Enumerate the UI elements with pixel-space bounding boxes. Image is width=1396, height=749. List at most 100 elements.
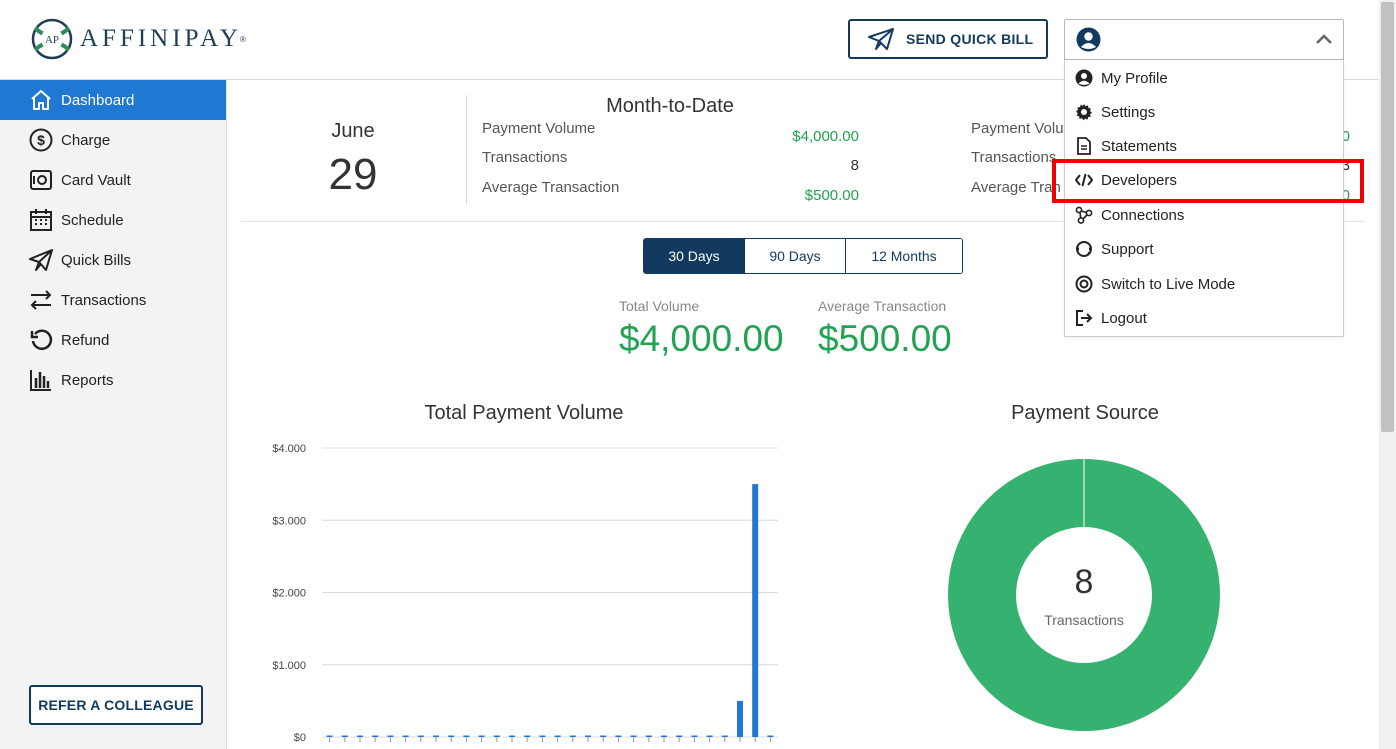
affinipay-logo-icon: AP [31,18,73,60]
stat-label-transactions: Transactions [482,149,568,166]
summary-divider [466,95,467,205]
menu-item-settings[interactable]: Settings [1065,95,1343,129]
stat-label-average-transaction: Average Transaction [482,179,620,196]
range-90-days-button[interactable]: 90 Days [745,239,846,273]
chevron-up-icon [1316,34,1332,44]
paper-plane-icon [29,248,53,272]
gear-icon [1075,103,1093,121]
send-quick-bill-button[interactable]: SEND QUICK BILL [848,19,1048,59]
menu-item-label: Settings [1101,103,1156,121]
menu-item-logout[interactable]: Logout [1065,301,1343,335]
volume-bar [448,735,455,737]
home-icon [29,88,53,112]
volume-bar [357,735,363,737]
sidebar-item-reports[interactable]: Reports [0,360,226,400]
sidebar-item-refund[interactable]: Refund [0,320,226,360]
bar-chart-icon [29,368,53,392]
volume-bar [737,700,743,737]
menu-item-connections[interactable]: Connections [1065,198,1343,232]
volume-bar [478,735,485,737]
sidebar-item-label: Dashboard [61,91,135,109]
volume-bar [509,735,515,737]
y-tick-label: $1.000 [272,660,306,672]
brand-reg: ® [240,34,246,44]
volume-bar [402,735,409,737]
total-volume-label: Total Volume [619,298,700,314]
menu-item-label: Statements [1101,137,1177,155]
sidebar-item-schedule[interactable]: Schedule [0,200,226,240]
total-payment-volume-title: Total Payment Volume [424,402,624,424]
calendar-icon [29,208,53,232]
volume-bar [433,735,439,737]
volume-bar [721,735,728,737]
refer-colleague-button[interactable]: REFER A COLLEAGUE [29,685,203,725]
stat-value-average-transaction: $500.00 [804,187,859,204]
sidebar-item-label: Transactions [61,291,147,309]
live-mode-icon [1075,275,1093,293]
sidebar-item-label: Schedule [61,211,124,229]
dollar-circle-icon: $ [29,128,53,152]
sidebar-item-label: Refund [61,331,110,349]
menu-item-label: My Profile [1101,69,1168,87]
volume-bar [585,735,591,737]
stat-label-payment-volume: Payment Volume [482,120,596,137]
stat-label-transactions-ytd: Transactions [971,149,1057,166]
menu-item-label: Connections [1101,206,1185,224]
average-transaction-value: $500.00 [818,318,952,359]
transfer-arrows-icon [29,288,53,312]
menu-item-label: Switch to Live Mode [1101,275,1236,293]
sidebar-item-label: Charge [61,131,111,149]
sidebar-item-dashboard[interactable]: Dashboard [0,80,226,120]
send-quick-bill-label: SEND QUICK BILL [906,31,1034,47]
affinipay-logo[interactable]: AP AFFINIPAY ® [30,18,246,60]
document-icon [1075,137,1093,155]
user-circle-icon [1075,69,1093,87]
range-12-months-button[interactable]: 12 Months [846,239,962,273]
y-tick-label: $3.000 [272,515,306,527]
sidebar-item-quick-bills[interactable]: Quick Bills [0,240,226,280]
volume-bar [554,735,561,737]
volume-bar [706,735,713,737]
volume-bar [630,735,637,737]
sidebar-item-transactions[interactable]: Transactions [0,280,226,320]
volume-bar [493,735,500,737]
stat-value-transactions: 8 [850,157,859,174]
menu-item-statements[interactable]: Statements [1065,129,1343,163]
menu-item-label: Support [1101,240,1154,258]
average-transaction-label: Average Transaction [818,298,947,314]
donut-transactions-label: Transactions [1044,612,1124,628]
total-payment-volume-chart: $4.000 $3.000 $2.000 $1.000 $0 [272,443,778,744]
y-tick-label: $2.000 [272,588,306,600]
menu-item-switch-live-mode[interactable]: Switch to Live Mode [1065,267,1343,301]
volume-bar [752,484,759,737]
logout-icon [1075,309,1093,327]
sidebar-item-card-vault[interactable]: Card Vault [0,160,226,200]
menu-item-my-profile[interactable]: My Profile [1065,61,1343,95]
page-scrollbar-thumb[interactable] [1381,2,1394,432]
volume-bar [569,735,576,737]
support-icon [1075,240,1093,258]
volume-bar [372,735,379,737]
vault-icon [29,168,53,192]
code-icon [1075,171,1093,189]
month-to-date-title: Month-to-Date [606,95,734,117]
menu-item-label: Developers [1101,171,1177,189]
volume-bar [341,735,348,737]
volume-bar [691,735,698,737]
volume-bar [645,735,652,737]
total-volume-value: $4,000.00 [619,318,784,359]
payment-source-title: Payment Source [1011,402,1159,424]
app-root: AP AFFINIPAY ® SEND QUICK BILL Dashboard… [0,0,1396,749]
user-menu-toggle[interactable] [1064,19,1344,60]
logo-mark-text: AP [45,34,59,46]
menu-item-developers[interactable]: Developers [1065,163,1343,197]
volume-bar [387,735,394,737]
menu-item-support[interactable]: Support [1065,232,1343,266]
volume-bar [539,735,546,737]
volume-bar [676,735,683,737]
y-tick-label: $0 [294,732,306,744]
user-dropdown-menu: My Profile Settings Statements Developer… [1064,60,1344,337]
y-tick-label: $4.000 [272,443,306,455]
sidebar-item-charge[interactable]: $ Charge [0,120,226,160]
range-30-days-button[interactable]: 30 Days [644,239,745,273]
